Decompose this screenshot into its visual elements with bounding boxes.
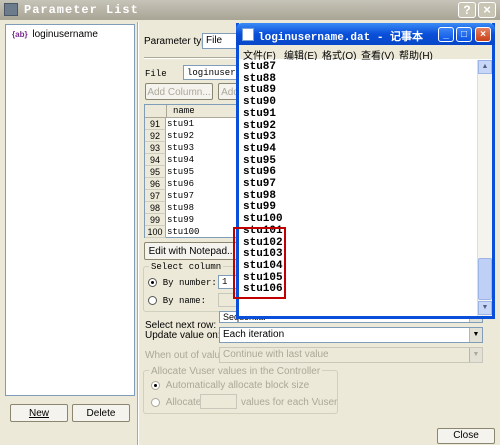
row-number[interactable]: 92 — [145, 130, 166, 142]
table-row[interactable]: 98 stu98 — [145, 202, 235, 214]
delete-button[interactable]: Delete — [72, 404, 130, 422]
manual-allocate-radio[interactable] — [151, 397, 160, 407]
update-value-label: Update value on: — [145, 330, 221, 341]
corner-cell — [145, 105, 167, 118]
edit-with-notepad-button[interactable]: Edit with Notepad... — [144, 242, 240, 260]
add-column-button[interactable]: Add Column... — [145, 83, 213, 100]
auto-allocate-option[interactable]: Automatically allocate block size — [151, 380, 309, 391]
table-row[interactable]: 93 stu93 — [145, 142, 235, 154]
table-row[interactable]: 97 stu97 — [145, 190, 235, 202]
cell-value[interactable]: stu99 — [167, 214, 194, 226]
highlight-box — [233, 227, 286, 299]
row-number[interactable]: 96 — [145, 178, 166, 190]
table-row[interactable]: 99 stu99 — [145, 214, 235, 226]
chevron-down-icon: ▼ — [469, 348, 482, 362]
separator-line — [144, 57, 242, 59]
by-name-option[interactable]: By name: — [148, 295, 206, 306]
manual-allocate-suffix: values for each Vuser — [241, 397, 338, 408]
dialog-title: Parameter List — [24, 3, 139, 17]
by-number-label: By number: — [162, 278, 217, 288]
update-value-select[interactable]: Each iteration ▼ — [219, 327, 483, 343]
row-number[interactable]: 98 — [145, 202, 166, 214]
cell-value[interactable]: stu97 — [167, 190, 194, 202]
block-size-input[interactable] — [200, 394, 237, 409]
file-path-input[interactable]: loginusername — [183, 65, 242, 80]
cell-value[interactable]: stu95 — [167, 166, 194, 178]
by-name-radio[interactable] — [148, 295, 157, 305]
close-title-button[interactable]: × — [478, 2, 496, 18]
cell-value[interactable]: stu92 — [167, 130, 194, 142]
cell-value[interactable]: stu94 — [167, 154, 194, 166]
notepad-icon — [242, 28, 254, 41]
notepad-title: loginusername.dat - 记事本 — [258, 32, 424, 44]
table-row[interactable]: 95 stu95 — [145, 166, 235, 178]
out-of-values-select[interactable]: Continue with last value ▼ — [219, 347, 483, 363]
by-number-option[interactable]: By number: — [148, 277, 217, 288]
table-row[interactable]: 94 stu94 — [145, 154, 235, 166]
row-number[interactable]: 97 — [145, 190, 166, 202]
close-button[interactable]: Close — [437, 428, 495, 444]
manual-allocate-option[interactable]: Allocate — [151, 397, 201, 408]
parameter-tree[interactable]: {ab} loginusername — [5, 24, 135, 396]
allocate-legend: Allocate Vuser values in the Controller — [149, 366, 323, 377]
table-header: name — [145, 105, 241, 118]
new-button[interactable]: New — [10, 404, 68, 422]
tree-item-loginusername[interactable]: {ab} loginusername — [12, 29, 98, 41]
panel-divider — [137, 22, 139, 445]
tree-item-label: loginusername — [32, 29, 98, 40]
scroll-down-arrow[interactable]: ▼ — [478, 301, 492, 315]
notepad-close-button[interactable]: × — [475, 27, 491, 42]
select-column-legend: Select column — [149, 262, 224, 272]
table-row[interactable]: 91 stu91 — [145, 118, 235, 130]
cell-value[interactable]: stu100 — [167, 226, 199, 238]
parameter-icon: {ab} — [12, 30, 28, 39]
row-number[interactable]: 94 — [145, 154, 166, 166]
table-row[interactable]: 96 stu96 — [145, 178, 235, 190]
row-number[interactable]: 95 — [145, 166, 166, 178]
cell-value[interactable]: stu96 — [167, 178, 194, 190]
file-label: File — [145, 69, 167, 79]
notepad-scrollbar[interactable]: ▲ ▼ — [477, 60, 492, 316]
minimize-button[interactable]: _ — [438, 27, 454, 42]
row-number[interactable]: 93 — [145, 142, 166, 154]
by-name-label: By name: — [162, 296, 206, 306]
cell-value[interactable]: stu93 — [167, 142, 194, 154]
cell-value[interactable]: stu91 — [167, 118, 194, 130]
app-icon — [4, 3, 18, 16]
dialog-title-bar: Parameter List ? × — [0, 0, 500, 20]
table-row[interactable]: 92 stu92 — [145, 130, 235, 142]
auto-allocate-label: Automatically allocate block size — [165, 380, 310, 391]
help-title-button[interactable]: ? — [458, 2, 476, 18]
maximize-button[interactable]: □ — [456, 27, 472, 42]
row-number[interactable]: 91 — [145, 118, 166, 130]
column-header-name[interactable]: name — [173, 106, 195, 116]
row-number[interactable]: 99 — [145, 214, 166, 226]
table-row[interactable]: 100 stu100 — [145, 226, 235, 238]
manual-allocate-label: Allocate — [165, 397, 202, 408]
chevron-down-icon: ▼ — [469, 328, 482, 342]
auto-allocate-radio[interactable] — [151, 380, 160, 390]
row-number[interactable]: 100 — [145, 226, 166, 238]
scroll-up-arrow[interactable]: ▲ — [478, 60, 492, 74]
scroll-thumb[interactable] — [478, 258, 492, 300]
cell-value[interactable]: stu98 — [167, 202, 194, 214]
by-number-radio[interactable] — [148, 277, 157, 287]
